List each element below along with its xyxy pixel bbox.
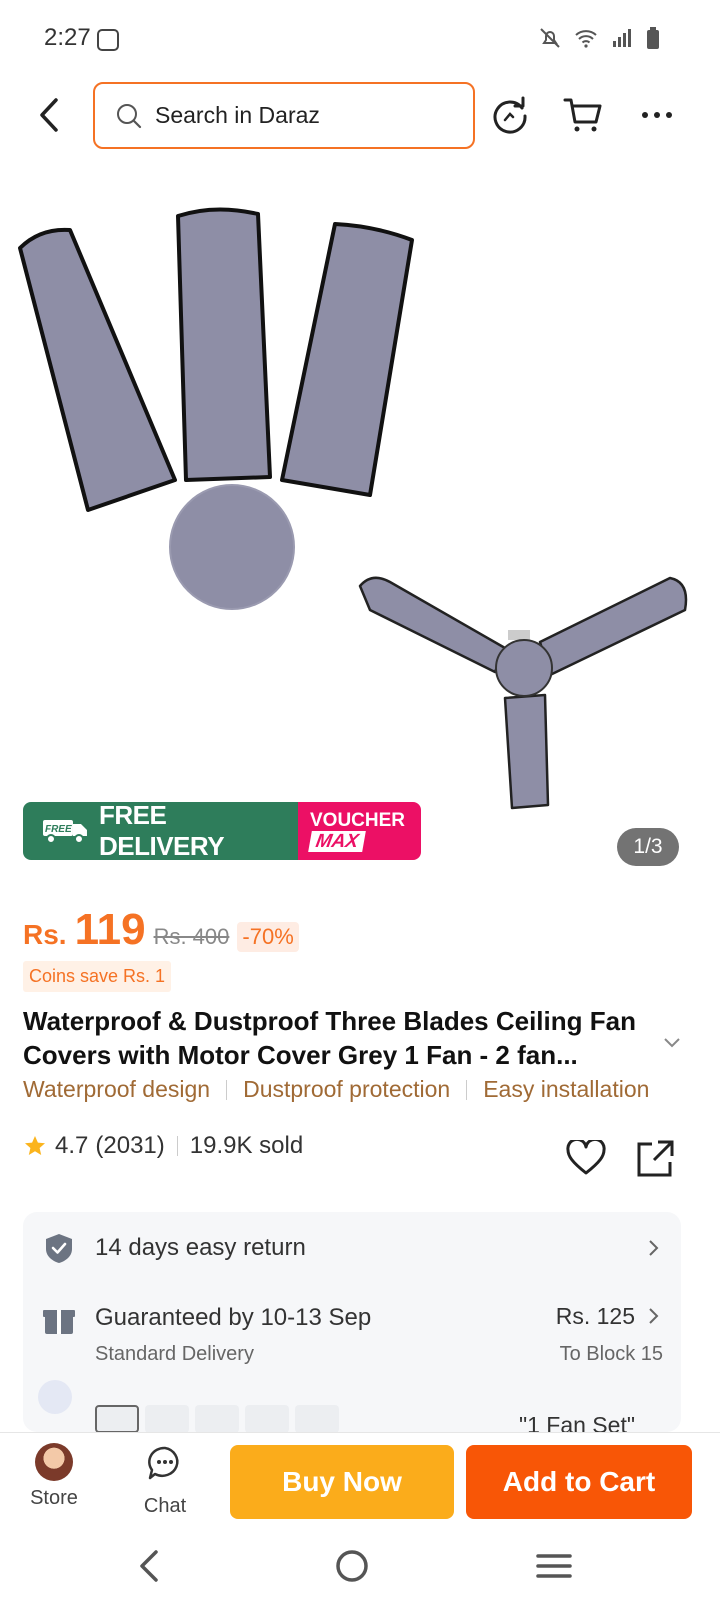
star-icon: [25, 1136, 45, 1155]
installed-blade-bottom: [503, 693, 550, 810]
return-text: 14 days easy return: [95, 1234, 306, 1261]
system-nav-bar: [0, 1522, 720, 1608]
delivery-price: Rs. 125: [555, 1303, 635, 1329]
sold-count: 19.9K sold: [189, 1132, 304, 1159]
price-row: Rs. 119 Rs. 400 -70%: [23, 905, 299, 955]
installed-blade-right: [538, 576, 688, 677]
voucher-text: VOUCHER: [310, 810, 406, 831]
cart-icon[interactable]: [562, 94, 604, 136]
nav-back-icon[interactable]: [128, 1544, 172, 1588]
fan-blade-cover-left: [18, 227, 177, 512]
currency: Rs.: [23, 919, 67, 950]
promo-badge: FREE FREE DELIVERY VOUCHER MAX: [23, 802, 421, 860]
return-policy-row[interactable]: 14 days easy return: [23, 1212, 681, 1282]
chevron-down-icon[interactable]: [662, 1035, 682, 1049]
more-icon[interactable]: [636, 94, 678, 136]
share-icon[interactable]: [636, 1138, 676, 1178]
feature-tag: Waterproof design: [23, 1076, 211, 1102]
image-page-counter: 1/3: [617, 828, 679, 866]
product-image-gallery[interactable]: FREE FREE DELIVERY VOUCHER MAX 1/3: [0, 190, 720, 870]
add-to-cart-button[interactable]: Add to Cart: [466, 1445, 692, 1519]
mute-icon: [540, 28, 560, 48]
back-icon[interactable]: [30, 92, 70, 138]
variant-thumb[interactable]: [95, 1405, 139, 1433]
search-placeholder: Search in Daraz: [155, 102, 320, 128]
discount-badge: -70%: [237, 922, 299, 952]
current-price: 119: [74, 905, 146, 954]
nav-home-icon[interactable]: [330, 1544, 374, 1588]
product-image: [18, 207, 688, 810]
variant-thumb[interactable]: [145, 1405, 189, 1433]
rating-value: 4.7: [55, 1132, 89, 1159]
divider: [226, 1079, 228, 1100]
status-time: 2:27: [44, 24, 91, 51]
chat-label: Chat: [143, 1495, 187, 1517]
variant-thumb[interactable]: [195, 1405, 239, 1433]
signal-icon: [613, 29, 631, 47]
gift-icon: [43, 1310, 75, 1334]
free-tag-text: FREE: [45, 824, 72, 835]
divider: [176, 1136, 178, 1156]
app-notification-icon: [97, 29, 119, 51]
top-header: Search in Daraz: [0, 80, 720, 152]
installed-blade-left: [358, 576, 507, 674]
free-delivery-badge: FREE FREE DELIVERY: [23, 802, 298, 860]
status-bar: 2:27: [0, 0, 720, 80]
store-button[interactable]: Store: [14, 1443, 94, 1510]
variant-thumb[interactable]: [245, 1405, 289, 1433]
chevron-right-icon: [649, 1240, 659, 1256]
refresh-icon[interactable]: [489, 94, 531, 136]
delivery-truck-icon: FREE: [42, 820, 87, 844]
shield-icon: [46, 1234, 72, 1263]
coins-save-badge: Coins save Rs. 1: [23, 961, 172, 992]
feature-tags: Waterproof design Dustproof protection E…: [23, 1076, 703, 1103]
search-icon: [117, 103, 142, 128]
free-delivery-text: FREE DELIVERY: [98, 802, 225, 860]
nav-recents-icon[interactable]: [532, 1544, 576, 1588]
chevron-right-icon: [649, 1308, 659, 1324]
original-price: Rs. 400: [153, 924, 230, 949]
service-info-card: 14 days easy return Guaranteed by 10-13 …: [23, 1212, 681, 1432]
delivery-guarantee: Guaranteed by 10-13 Sep: [95, 1304, 372, 1331]
voucher-max-text: MAX: [308, 831, 367, 852]
rating-row[interactable]: 4.7 (2031) 19.9K sold: [23, 1132, 303, 1160]
battery-icon: [647, 27, 659, 49]
variant-selected: "1 Fan Set": [518, 1412, 635, 1432]
product-title[interactable]: Waterproof & Dustproof Three Blades Ceil…: [23, 1004, 663, 1072]
feature-tag: Easy installation: [483, 1076, 650, 1102]
variant-icon: [38, 1380, 72, 1414]
variant-thumb[interactable]: [295, 1405, 339, 1433]
status-icons: [538, 26, 660, 50]
store-avatar: [35, 1443, 73, 1481]
buy-now-button[interactable]: Buy Now: [230, 1445, 454, 1519]
bottom-action-bar: Store Chat Buy Now Add to Cart: [0, 1432, 720, 1522]
motor-cover: [169, 484, 295, 610]
search-input[interactable]: Search in Daraz: [93, 82, 475, 149]
feature-tag: Dustproof protection: [243, 1076, 451, 1102]
divider: [466, 1079, 468, 1100]
installed-motor-cover: [495, 639, 553, 697]
delivery-type: Standard Delivery: [95, 1343, 254, 1365]
chat-icon: [148, 1446, 179, 1480]
wifi-icon: [575, 30, 597, 48]
chat-button[interactable]: Chat: [125, 1443, 205, 1518]
delivery-row[interactable]: Guaranteed by 10-13 Sep Standard Deliver…: [23, 1282, 681, 1372]
store-label: Store: [30, 1487, 78, 1509]
heart-icon[interactable]: [566, 1140, 606, 1176]
fan-blade-cover-middle: [176, 207, 272, 482]
delivery-location: To Block 15: [559, 1343, 663, 1365]
review-count: (2031): [95, 1132, 165, 1159]
voucher-max-badge: VOUCHER MAX: [298, 802, 421, 860]
fan-blade-cover-right: [280, 222, 414, 497]
